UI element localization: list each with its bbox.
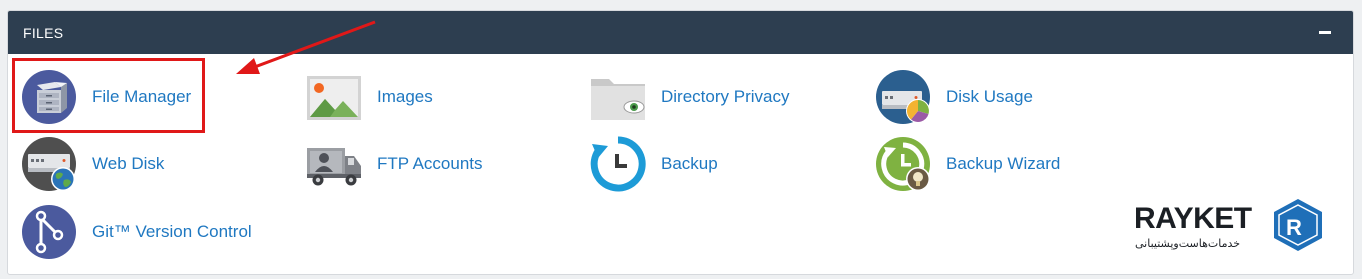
annotation-arrow-icon <box>236 20 376 74</box>
backup-wizard-icon <box>876 137 930 191</box>
git-version-control-label: Git™ Version Control <box>92 222 252 241</box>
backup-label: Backup <box>661 154 718 173</box>
backup-icon <box>590 136 646 192</box>
section-title: FILES <box>23 25 64 41</box>
backup-wizard-label: Backup Wizard <box>946 154 1061 173</box>
rayket-logo: RAYKET خدمات‌هاست‌وپشتیبانی R <box>1133 197 1328 253</box>
web-disk-icon <box>22 137 76 191</box>
ftp-accounts-icon <box>307 148 361 186</box>
panel-header[interactable]: FILES <box>8 11 1353 54</box>
rayket-logo-image: RAYKET خدمات‌هاست‌وپشتیبانی R <box>1134 199 1322 251</box>
directory-privacy-icon <box>591 79 645 120</box>
svg-text:خدمات‌هاست‌وپشتیبانی: خدمات‌هاست‌وپشتیبانی <box>1135 237 1240 250</box>
disk-usage-label: Disk Usage <box>946 87 1033 106</box>
directory-privacy-label: Directory Privacy <box>661 87 790 106</box>
web-disk-label: Web Disk <box>92 154 165 173</box>
svg-text:R: R <box>1286 215 1302 240</box>
highlight-box <box>12 58 205 133</box>
git-version-control-icon <box>22 205 76 259</box>
svg-text:RAYKET: RAYKET <box>1134 202 1252 235</box>
disk-usage-icon <box>876 70 930 124</box>
collapse-icon[interactable] <box>1319 31 1331 34</box>
ftp-accounts-label: FTP Accounts <box>377 154 483 173</box>
